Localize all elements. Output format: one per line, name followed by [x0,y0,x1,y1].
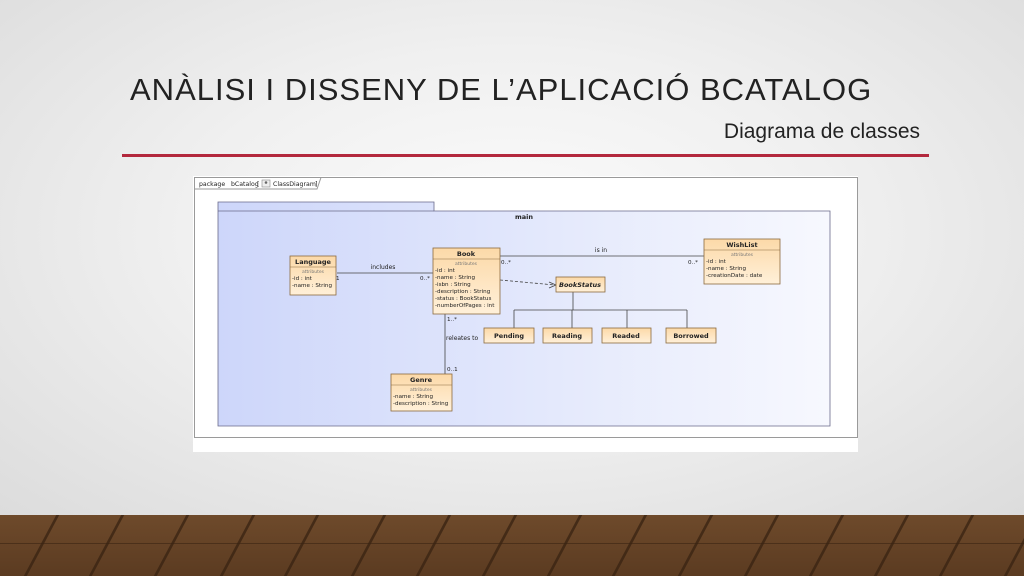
class-diagram: package bCatalog [ ClassDiagram ] main i… [193,176,858,452]
class-bookstatus: BookStatus [555,276,606,293]
package-open-bracket: [ [257,181,259,188]
class-reading-name: Reading [552,332,582,340]
class-language-attributes-label: attributes [302,269,325,275]
class-language-attr: -name : String [292,283,332,289]
class-wishlist-name: WishList [726,241,757,249]
slide-title: ANÀLISI I DISSENY DE L’APLICACIÓ BCATALO… [130,72,873,107]
package-name: bCatalog [231,181,259,188]
class-borrowed-name: Borrowed [673,332,709,340]
class-readed-name: Readed [612,332,640,340]
class-genre-attr: -description : String [393,401,449,407]
class-readed: Readed [601,327,652,344]
class-diagram-svg: package bCatalog [ ClassDiagram ] main i… [194,177,858,438]
class-book-attributes-label: attributes [455,261,478,267]
class-book: Book attributes -id : int -name : String… [432,247,501,315]
class-wishlist-attr: -name : String [706,266,746,272]
class-wishlist-attr: -id : int [706,259,727,265]
class-pending: Pending [483,327,535,344]
wood-floor [0,515,1024,576]
assoc-includes-label: includes [371,264,396,271]
class-book-attr: -status : BookStatus [435,296,491,302]
mult-book-is-in: 0..* [501,260,511,266]
mult-genre: 0..1 [447,367,458,373]
class-genre-attr: -name : String [393,394,433,400]
class-pending-name: Pending [494,332,524,340]
class-wishlist-attributes-label: attributes [731,252,754,258]
assoc-releates-to-label: releates to [446,335,478,342]
assoc-is-in-label: is in [595,247,607,254]
class-book-attr: -isbn : String [435,282,471,288]
class-genre-name: Genre [410,376,433,384]
class-book-name: Book [457,250,476,258]
package-diagram-name: ClassDiagram [273,181,316,188]
class-book-attr: -name : String [435,275,475,281]
class-book-attr: -description : String [435,289,491,295]
mult-book-includes: 0..* [420,276,430,282]
class-book-attr: -id : int [435,268,456,274]
class-genre: Genre attributes -name : String -descrip… [390,373,453,412]
main-frame-title: main [515,213,533,221]
class-language: Language attributes -id : int -name : St… [289,255,337,296]
class-language-name: Language [295,258,331,266]
class-wishlist: WishList attributes -id : int -name : St… [703,238,781,285]
class-wishlist-attr: -creationDate : date [706,273,763,279]
class-borrowed: Borrowed [665,327,717,344]
package-keyword: package [199,181,225,188]
class-bookstatus-name: BookStatus [559,281,601,289]
slide-subtitle: Diagrama de classes [723,120,920,143]
class-book-attr: -numberOfPages : int [435,303,495,309]
mult-book-releates: 1..* [447,317,457,323]
mult-wishlist: 0..* [688,260,698,266]
class-reading: Reading [542,327,593,344]
class-language-attr: -id : int [292,276,313,282]
mult-language: 1 [336,276,340,282]
class-genre-attributes-label: attributes [410,387,433,393]
title-divider [122,154,929,157]
main-package-frame [217,201,831,427]
package-close-bracket: ] [315,181,317,188]
